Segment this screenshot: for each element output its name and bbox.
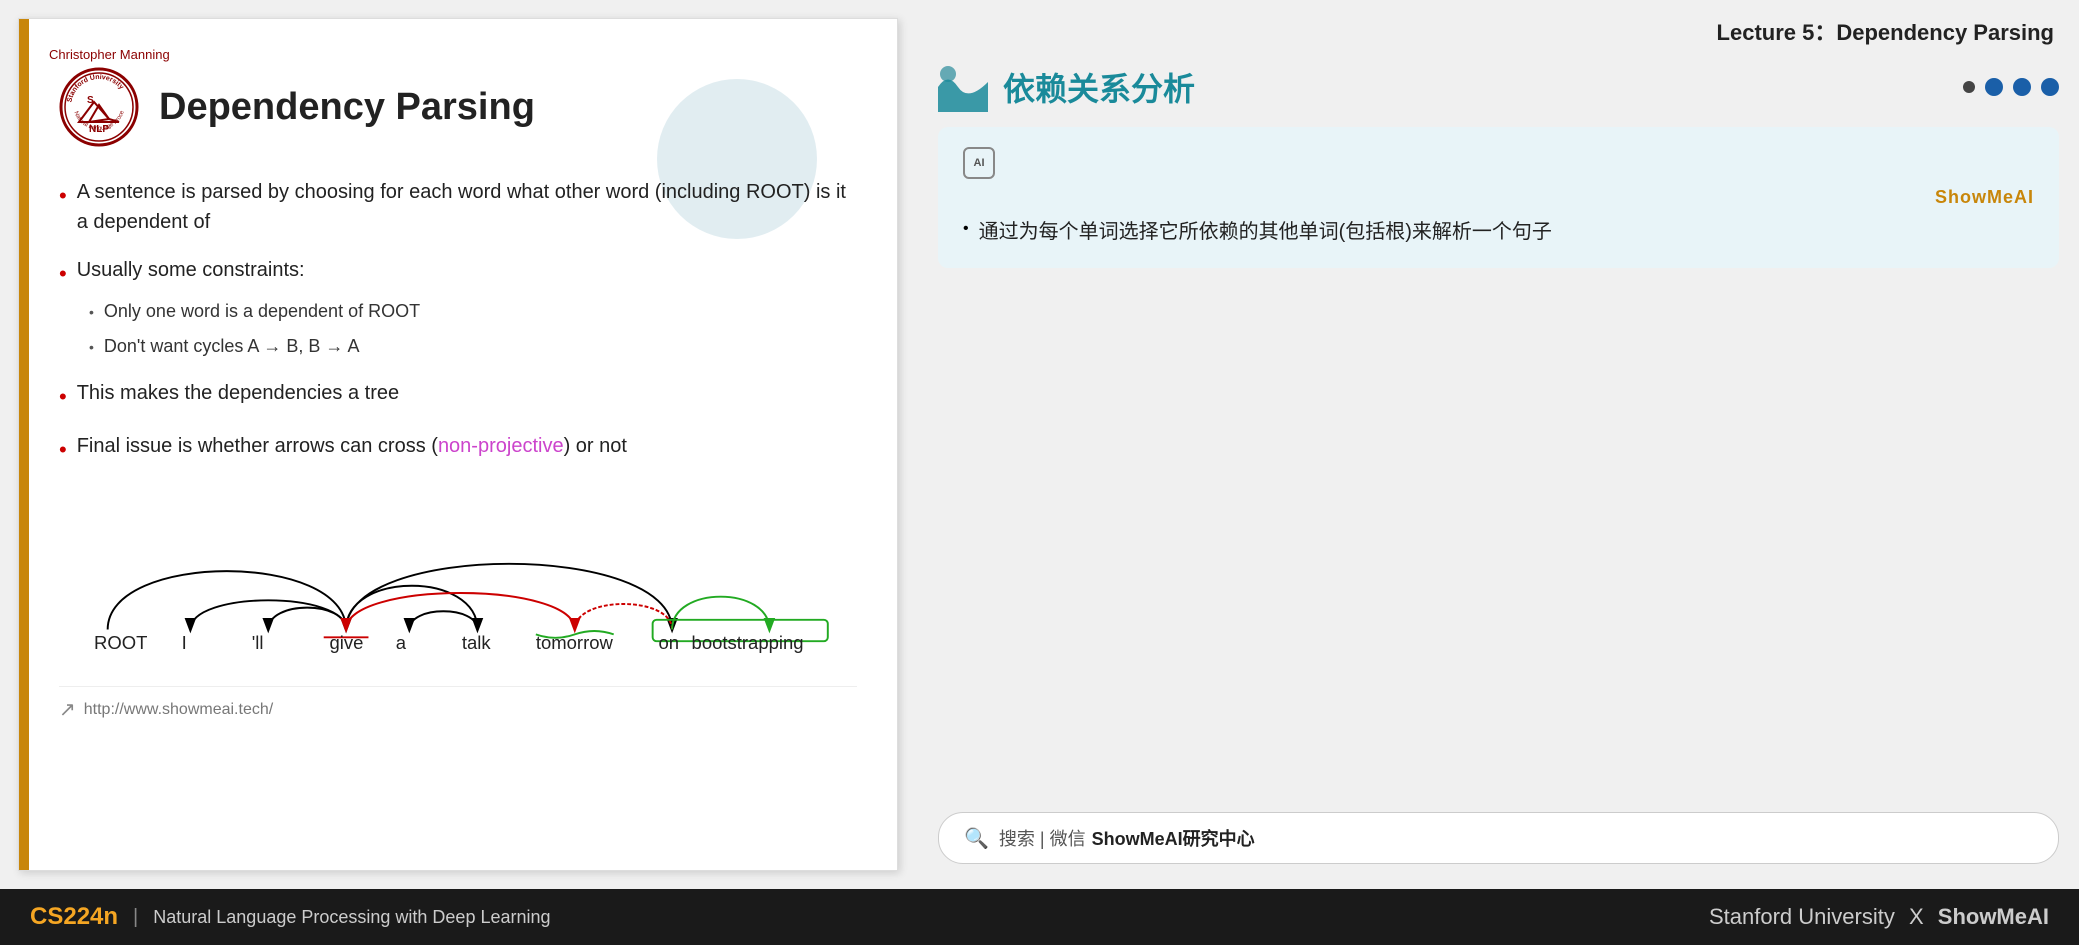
card-title-text: 依赖关系分析 xyxy=(1003,64,1195,110)
svg-text:bootstrapping: bootstrapping xyxy=(692,632,804,653)
sub-bullet-text-1: Only one word is a dependent of ROOT xyxy=(104,298,420,325)
content-area: Christopher Manning Stanford University xyxy=(0,0,2079,889)
svg-text:a: a xyxy=(396,632,407,653)
showmeai-badge: ShowMeAI xyxy=(963,187,2034,208)
sub-bullet-text-2: Don't want cycles A → B, B → A xyxy=(104,333,360,360)
nav-dot-1 xyxy=(1963,81,1975,93)
stanford-logo: Stanford University Natural Language Pro… xyxy=(59,67,139,147)
svg-text:'ll: 'll xyxy=(252,632,264,653)
non-projective-text: non-projective xyxy=(438,435,564,457)
wave-icon xyxy=(938,62,988,112)
x-separator: X xyxy=(1909,904,1924,929)
svg-text:I: I xyxy=(182,632,187,653)
sub-bullet-2: • Don't want cycles A → B, B → A xyxy=(89,333,359,360)
slide-panel: Christopher Manning Stanford University xyxy=(18,18,898,871)
dep-diagram: ROOT I 'll give a talk tomorrow on boots… xyxy=(59,486,857,666)
translation-text: 通过为每个单词选择它所依赖的其他单词(包括根)来解析一个句子 xyxy=(979,216,1552,248)
bottom-right: Stanford University X ShowMeAI xyxy=(1709,904,2049,930)
nav-dot-2[interactable] xyxy=(1985,78,2003,96)
translation-card: AI ShowMeAI • 通过为每个单词选择它所依赖的其他单词(包括根)来解析… xyxy=(938,127,2059,268)
card-title-area: 依赖关系分析 xyxy=(938,62,1195,112)
slide-content: Christopher Manning Stanford University xyxy=(29,19,897,750)
bullet-dot-2: • xyxy=(59,257,67,290)
showmeai-label: ShowMeAI xyxy=(1935,187,2034,208)
trans-bullet-dot: • xyxy=(963,220,969,238)
main-container: Christopher Manning Stanford University xyxy=(0,0,2079,945)
sub-bullet-dot-1: • xyxy=(89,302,94,323)
course-desc: Natural Language Processing with Deep Le… xyxy=(153,907,550,928)
footer-url: http://www.showmeai.tech/ xyxy=(84,701,273,719)
cursor-icon: ↗ xyxy=(59,697,76,722)
bullet-text-1: A sentence is parsed by choosing for eac… xyxy=(77,177,857,237)
lecture-title-text: Lecture 5：Dependency Parsing xyxy=(1717,20,2054,45)
nav-dot-3[interactable] xyxy=(2013,78,2031,96)
sub-bullet-1: • Only one word is a dependent of ROOT xyxy=(89,298,420,325)
search-icon: 🔍 xyxy=(964,826,989,851)
search-bar[interactable]: 🔍 搜索 | 微信 ShowMeAI研究中心 xyxy=(938,812,2059,864)
stanford-name: Stanford University xyxy=(1709,904,1895,929)
bottom-left: CS224n | Natural Language Processing wit… xyxy=(30,903,551,931)
bullet-text-4: Final issue is whether arrows can cross … xyxy=(77,431,857,461)
ai-icon: AI xyxy=(963,147,995,179)
slide-footer: ↗ http://www.showmeai.tech/ xyxy=(59,686,857,722)
trans-bullet: • 通过为每个单词选择它所依赖的其他单词(包括根)来解析一个句子 xyxy=(963,216,2034,248)
bullet-item-2: • Usually some constraints: • Only one w… xyxy=(59,255,857,360)
bullet-item-1: • A sentence is parsed by choosing for e… xyxy=(59,177,857,237)
search-brand: ShowMeAI研究中心 xyxy=(1092,825,1255,851)
svg-text:talk: talk xyxy=(462,632,492,653)
cs-code: CS224n xyxy=(30,903,118,931)
spacer xyxy=(938,288,2059,812)
sub-bullet-dot-2: • xyxy=(89,337,94,358)
dot-navigation xyxy=(1963,78,2059,96)
svg-text:tomorrow: tomorrow xyxy=(536,632,614,653)
author-name: Christopher Manning xyxy=(49,47,170,62)
bullet-dot-1: • xyxy=(59,179,67,212)
svg-text:NLP: NLP xyxy=(89,124,109,135)
nav-dot-4[interactable] xyxy=(2041,78,2059,96)
right-panel: Lecture 5：Dependency Parsing 依赖关系分析 xyxy=(918,0,2079,889)
bullet-text-3: This makes the dependencies a tree xyxy=(77,378,857,408)
svg-text:on: on xyxy=(658,632,679,653)
bullet-text-2: Usually some constraints: xyxy=(77,255,305,285)
card-header: 依赖关系分析 xyxy=(938,62,2059,112)
separator-bar: | xyxy=(133,906,138,929)
lecture-title: Lecture 5：Dependency Parsing xyxy=(938,15,2059,47)
bottom-bar: CS224n | Natural Language Processing wit… xyxy=(0,889,2079,945)
search-text: 搜索 | 微信 xyxy=(999,825,1086,851)
slide-title: Dependency Parsing xyxy=(159,86,535,129)
dep-svg: ROOT I 'll give a talk tomorrow on boots… xyxy=(59,486,857,666)
bullet-dot-3: • xyxy=(59,380,67,413)
bullet-dot-4: • xyxy=(59,433,67,466)
slide-body: • A sentence is parsed by choosing for e… xyxy=(59,177,857,666)
bullet-item-3: • This makes the dependencies a tree xyxy=(59,378,857,413)
showmeai-brand-footer: ShowMeAI xyxy=(1938,904,2049,929)
bullet-item-4: • Final issue is whether arrows can cros… xyxy=(59,431,857,466)
slide-left-bar xyxy=(19,19,29,870)
svg-text:give: give xyxy=(330,632,364,653)
svg-text:ROOT: ROOT xyxy=(94,632,147,653)
